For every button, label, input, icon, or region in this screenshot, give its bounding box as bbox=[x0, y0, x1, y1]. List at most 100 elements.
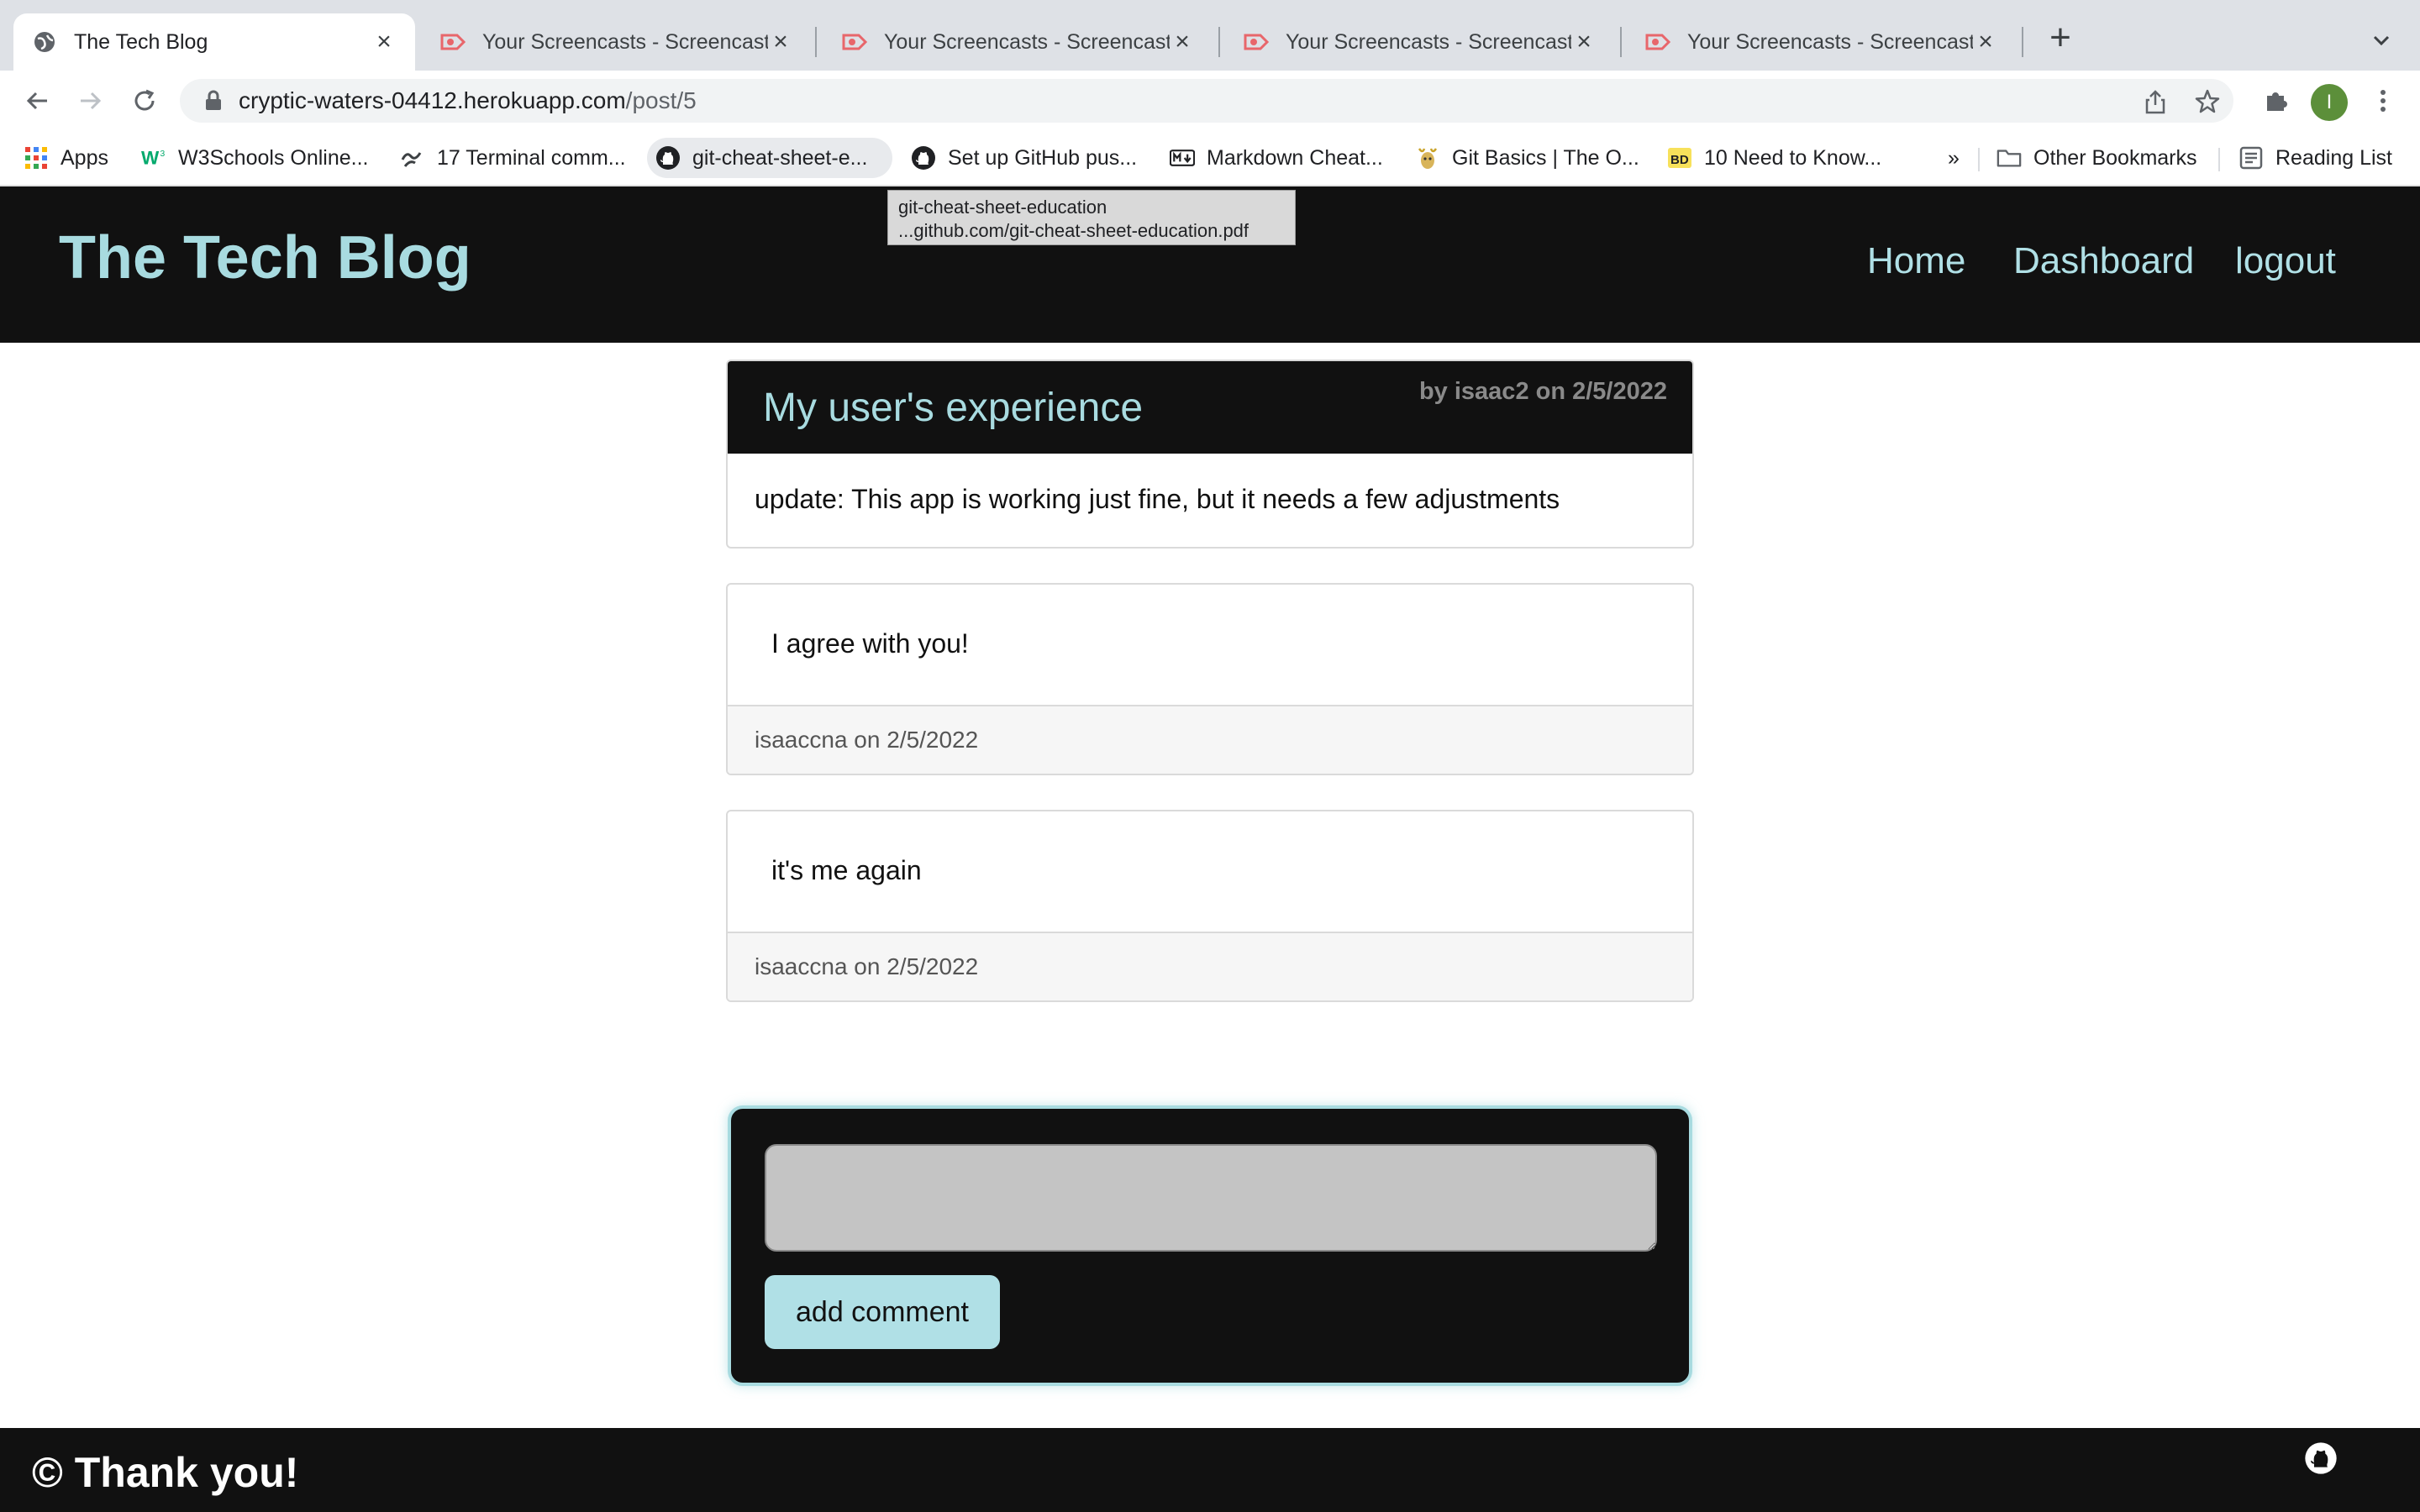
tab-divider bbox=[1620, 27, 1622, 57]
nav-dashboard-link[interactable]: Dashboard bbox=[2013, 240, 2194, 282]
bookmarks-divider bbox=[2218, 148, 2220, 171]
markdown-icon bbox=[1170, 145, 1195, 171]
nav-logout-link[interactable]: logout bbox=[2235, 240, 2336, 282]
tab-search-chevron-icon[interactable] bbox=[2366, 25, 2396, 55]
bookmark-label: git-cheat-sheet-e... bbox=[692, 145, 868, 170]
apps-grid-icon bbox=[24, 145, 49, 171]
svg-text:W: W bbox=[141, 148, 160, 169]
bookmark-label: Other Bookmarks bbox=[2033, 145, 2197, 170]
bookmarks-overflow-chevron[interactable]: » bbox=[1939, 138, 1968, 178]
comment-textarea[interactable] bbox=[765, 1144, 1657, 1252]
close-icon[interactable]: × bbox=[768, 28, 793, 55]
lock-icon[interactable] bbox=[203, 90, 224, 116]
browser-toolbar: cryptic-waters-04412.herokuapp.com/post/… bbox=[0, 71, 2420, 131]
bookmark-w3schools[interactable]: W3 W3Schools Online... bbox=[133, 138, 377, 178]
kebab-menu-icon[interactable] bbox=[2366, 84, 2400, 118]
comment-card: it's me again isaaccna on 2/5/2022 bbox=[726, 810, 1694, 1002]
back-arrow-icon[interactable] bbox=[20, 84, 54, 118]
w3schools-icon: W3 bbox=[141, 145, 166, 171]
tab-title: Your Screencasts - Screencast-O-Matic bbox=[482, 29, 768, 54]
address-bar[interactable]: cryptic-waters-04412.herokuapp.com/post/… bbox=[180, 79, 2233, 123]
tab-divider bbox=[1218, 27, 1220, 57]
comment-card: I agree with you! isaaccna on 2/5/2022 bbox=[726, 583, 1694, 775]
comment-text: I agree with you! bbox=[771, 628, 969, 659]
screencast-icon bbox=[1244, 29, 1269, 55]
post-body: update: This app is working just fine, b… bbox=[755, 484, 1560, 514]
bookmark-label: 17 Terminal comm... bbox=[437, 145, 626, 170]
browser-tab-strip: The Tech Blog × Your Screencasts - Scree… bbox=[0, 0, 2420, 71]
close-icon[interactable]: × bbox=[371, 28, 397, 55]
add-comment-button[interactable]: add comment bbox=[765, 1275, 1000, 1349]
bookmarks-divider bbox=[1978, 148, 1980, 171]
close-icon[interactable]: × bbox=[1170, 28, 1195, 55]
footer-text: © Thank you! bbox=[32, 1449, 299, 1496]
close-icon[interactable]: × bbox=[1973, 28, 1998, 55]
reading-list-button[interactable]: Reading List bbox=[2230, 138, 2401, 178]
reading-list-icon bbox=[2238, 145, 2264, 171]
post-meta: by isaac2 on 2/5/2022 bbox=[1418, 378, 1667, 405]
site-title[interactable]: The Tech Blog bbox=[59, 223, 471, 292]
bd-badge-icon: BD bbox=[1667, 145, 1692, 171]
post-title: My user's experience bbox=[763, 386, 1144, 430]
bookmark-label: Markdown Cheat... bbox=[1207, 145, 1383, 170]
tab-divider bbox=[2022, 27, 2023, 57]
forward-arrow-icon[interactable] bbox=[74, 84, 108, 118]
screencast-icon bbox=[842, 29, 867, 55]
screencast-icon bbox=[1645, 29, 1670, 55]
screencast-icon bbox=[440, 29, 466, 55]
extensions-puzzle-icon[interactable] bbox=[2259, 84, 2292, 118]
close-icon[interactable]: × bbox=[1571, 28, 1597, 55]
tab-screencasts-4[interactable]: Your Screencasts - Screencast-O-Matic × bbox=[1627, 13, 2017, 71]
post-card: My user's experience by isaac2 on 2/5/20… bbox=[726, 360, 1694, 549]
bookmark-label: 10 Need to Know... bbox=[1704, 145, 1882, 170]
tab-the-tech-blog[interactable]: The Tech Blog × bbox=[13, 13, 415, 71]
tab-screencasts-1[interactable]: Your Screencasts - Screencast-O-Matic × bbox=[422, 13, 812, 71]
bookmark-git-basics[interactable]: Git Basics | The O... bbox=[1407, 138, 1648, 178]
bookmark-terminal-commands[interactable]: 17 Terminal comm... bbox=[392, 138, 634, 178]
tooltip-url: ...github.com/git-cheat-sheet-education.… bbox=[898, 220, 1249, 241]
bookmark-label: Apps bbox=[60, 145, 108, 170]
tab-title: Your Screencasts - Screencast-O-Matic bbox=[884, 29, 1170, 54]
bookmark-git-cheat-sheet[interactable]: git-cheat-sheet-e... bbox=[647, 138, 892, 178]
bookmark-10-need-to-know[interactable]: BD 10 Need to Know... bbox=[1659, 138, 1890, 178]
nav-home-link[interactable]: Home bbox=[1867, 240, 1965, 282]
profile-avatar[interactable]: I bbox=[2311, 84, 2348, 121]
bookmark-star-icon[interactable] bbox=[2193, 87, 2222, 116]
bookmark-markdown-cheat[interactable]: Markdown Cheat... bbox=[1161, 138, 1392, 178]
reload-icon[interactable] bbox=[128, 84, 161, 118]
comment-meta: isaaccna on 2/5/2022 bbox=[755, 953, 979, 979]
svg-text:BD: BD bbox=[1670, 153, 1689, 167]
github-icon bbox=[655, 145, 681, 171]
svg-text:3: 3 bbox=[160, 150, 166, 159]
reading-list-label: Reading List bbox=[2275, 145, 2392, 170]
comment-meta: isaaccna on 2/5/2022 bbox=[755, 727, 979, 753]
share-icon[interactable] bbox=[2141, 87, 2170, 116]
tab-title: The Tech Blog bbox=[74, 29, 208, 54]
new-tab-button[interactable]: + bbox=[2044, 19, 2077, 56]
bookmark-apps[interactable]: Apps bbox=[15, 138, 117, 178]
tooltip-title: git-cheat-sheet-education bbox=[898, 197, 1107, 218]
bookmark-label: W3Schools Online... bbox=[178, 145, 369, 170]
squiggle-link-icon bbox=[400, 145, 425, 171]
post-header: My user's experience by isaac2 on 2/5/20… bbox=[728, 361, 1692, 454]
bookmark-other-bookmarks[interactable]: Other Bookmarks bbox=[1988, 138, 2206, 178]
url-path: /post/5 bbox=[625, 87, 697, 113]
tab-title: Your Screencasts - Screencast-O-Matic bbox=[1286, 29, 1571, 54]
tab-title: Your Screencasts - Screencast-O-Matic bbox=[1687, 29, 1973, 54]
globe-icon bbox=[32, 29, 57, 55]
bookmark-tooltip: git-cheat-sheet-education ...github.com/… bbox=[887, 190, 1296, 245]
bookmark-label: Git Basics | The O... bbox=[1452, 145, 1639, 170]
odin-icon bbox=[1415, 145, 1440, 171]
tab-divider bbox=[815, 27, 817, 57]
comment-footer: isaaccna on 2/5/2022 bbox=[728, 705, 1692, 774]
tab-screencasts-2[interactable]: Your Screencasts - Screencast-O-Matic × bbox=[823, 13, 1213, 71]
bookmark-github-push[interactable]: Set up GitHub pus... bbox=[902, 138, 1145, 178]
comment-footer: isaaccna on 2/5/2022 bbox=[728, 932, 1692, 1000]
github-icon[interactable] bbox=[2304, 1441, 2338, 1475]
url-text: cryptic-waters-04412.herokuapp.com/post/… bbox=[239, 87, 697, 114]
tab-screencasts-3[interactable]: Your Screencasts - Screencast-O-Matic × bbox=[1225, 13, 1615, 71]
comment-text: it's me again bbox=[771, 855, 922, 885]
site-footer: © Thank you! bbox=[0, 1428, 2420, 1512]
github-icon bbox=[911, 145, 936, 171]
bookmark-label: Set up GitHub pus... bbox=[948, 145, 1138, 170]
